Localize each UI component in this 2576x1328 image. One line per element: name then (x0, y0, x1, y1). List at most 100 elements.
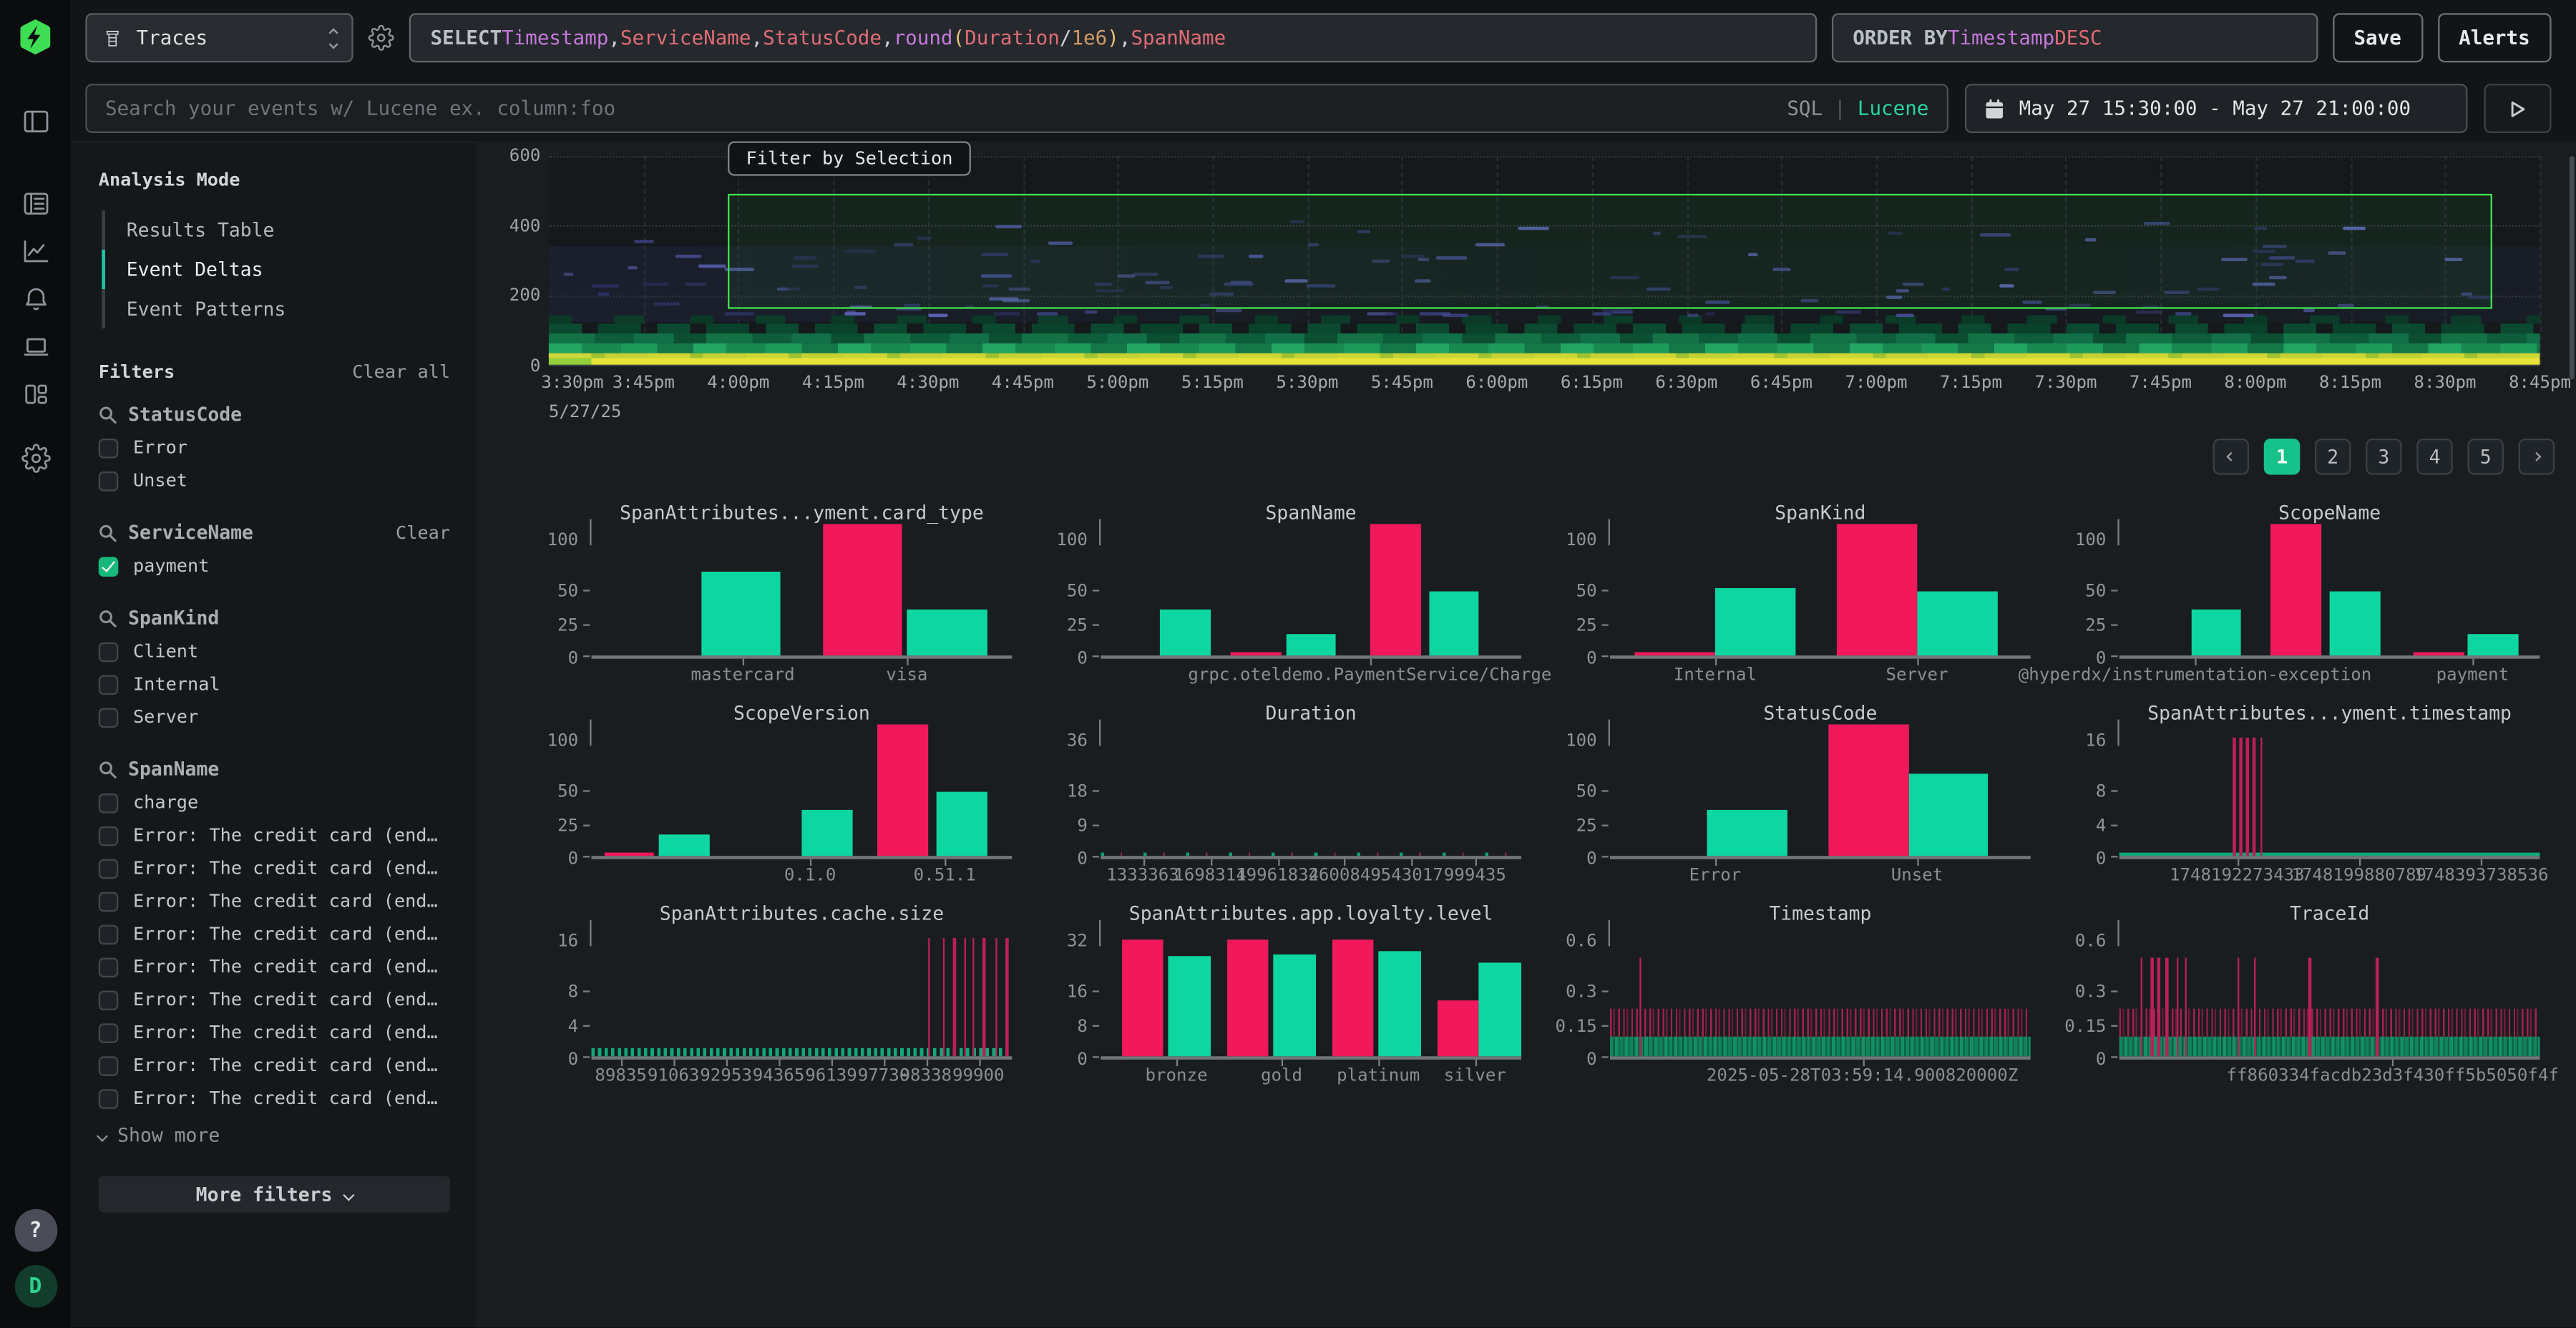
checkbox[interactable] (99, 438, 119, 458)
page-button-3[interactable]: 3 (2366, 439, 2402, 475)
alerts-button[interactable]: Alerts (2437, 13, 2551, 62)
date-range-picker[interactable]: May 27 15:30:00 - May 27 21:00:00 (1965, 84, 2468, 133)
select-query-input[interactable]: SELECT Timestamp,ServiceName,StatusCode,… (409, 13, 1817, 62)
x-tick-label: mastercard (691, 665, 795, 685)
lucene-mode-toggle[interactable]: Lucene (1858, 97, 1929, 119)
checkbox[interactable] (99, 892, 119, 912)
filter-option-error-the-credit-card-end[interactable]: Error: The credit card (end… (99, 956, 464, 977)
clear-filter-button[interactable]: Clear (396, 522, 450, 543)
clear-all-button[interactable]: Clear all (352, 361, 450, 383)
run-query-button[interactable] (2484, 84, 2551, 133)
y-tick-mark (1093, 856, 1099, 857)
chart-title: SpanAttributes.app.loyalty.level (1101, 902, 1521, 928)
analysis-mode-event-deltas[interactable]: Event Deltas (102, 250, 476, 289)
sessions-laptop-icon[interactable] (11, 326, 60, 368)
filter-option-error-the-credit-card-end[interactable]: Error: The credit card (end… (99, 1055, 464, 1076)
filter-option-error-the-credit-card-end[interactable]: Error: The credit card (end… (99, 989, 464, 1010)
y-tick-mark (1093, 590, 1099, 592)
search-logs-icon[interactable] (11, 182, 60, 225)
checkbox[interactable] (99, 642, 119, 662)
search-icon (99, 523, 117, 541)
checkbox[interactable] (99, 826, 119, 846)
filter-option-unset[interactable]: Unset (99, 470, 464, 492)
checkbox[interactable] (99, 1055, 119, 1075)
outlier-spike (982, 939, 985, 1057)
page-button-2[interactable]: 2 (2315, 439, 2351, 475)
chart-explorer-icon[interactable] (11, 230, 60, 273)
scrollbar-thumb[interactable] (2570, 156, 2575, 379)
checkbox[interactable] (99, 556, 119, 576)
source-select-value: Traces (137, 26, 318, 49)
checkbox[interactable] (99, 859, 119, 879)
source-select[interactable]: Traces (85, 13, 353, 62)
filter-option-payment[interactable]: payment (99, 555, 464, 577)
heatmap-selection[interactable] (728, 194, 2492, 308)
query-token: ) (1107, 26, 1119, 49)
filter-option-error-the-credit-card-end[interactable]: Error: The credit card (end… (99, 825, 464, 846)
heatmap-cell (643, 283, 668, 286)
user-avatar[interactable]: D (14, 1265, 57, 1308)
help-button[interactable]: ? (14, 1209, 57, 1252)
analysis-mode-results-table[interactable]: Results Table (102, 210, 476, 250)
select-chevrons-icon (330, 29, 336, 47)
x-tick-mark (1345, 859, 1346, 866)
checkbox[interactable] (99, 793, 119, 813)
y-tick-mark (2111, 791, 2117, 792)
search-icon (99, 405, 117, 423)
x-tick-label: 19961834 (1236, 866, 1319, 886)
query-token: SpanName (1131, 26, 1226, 49)
order-by-input[interactable]: ORDER BY Timestamp DESC (1831, 13, 2318, 62)
dashboards-icon[interactable] (11, 373, 60, 416)
toggle-panel-icon[interactable] (11, 100, 60, 143)
filter-option-error-the-credit-card-end[interactable]: Error: The credit card (end… (99, 890, 464, 912)
filter-option-charge[interactable]: charge (99, 792, 464, 814)
filter-by-selection-button[interactable]: Filter by Selection (728, 141, 970, 175)
page-button-4[interactable]: 4 (2416, 439, 2453, 475)
analysis-mode-title: Analysis Mode (99, 169, 450, 190)
page-button-5[interactable]: 5 (2467, 439, 2504, 475)
filter-option-client[interactable]: Client (99, 640, 464, 662)
search-input[interactable]: Search your events w/ Lucene ex. column:… (85, 84, 1948, 133)
page-button-1[interactable]: 1 (2264, 439, 2301, 475)
filter-group-name: StatusCode (128, 403, 242, 426)
source-settings-gear-icon[interactable] (368, 24, 394, 51)
search-row: Search your events w/ Lucene ex. column:… (72, 76, 2576, 142)
next-page-button[interactable] (2519, 439, 2555, 475)
filter-option-error-the-credit-card-end[interactable]: Error: The credit card (end… (99, 1022, 464, 1043)
filter-option-error-the-credit-card-end[interactable]: Error: The credit card (end… (99, 857, 464, 879)
filter-option-error-the-credit-card-end[interactable]: Error: The credit card (end… (99, 1088, 464, 1109)
alerts-bell-icon[interactable] (11, 278, 60, 321)
sql-mode-toggle[interactable]: SQL (1787, 97, 1823, 119)
more-filters-button[interactable]: More filters (99, 1176, 450, 1213)
checkbox[interactable] (99, 924, 119, 944)
settings-gear-icon[interactable] (11, 437, 60, 480)
filter-option-error-the-credit-card-end[interactable]: Error: The credit card (end… (99, 923, 464, 944)
checkbox[interactable] (99, 674, 119, 694)
chart-y-axis: 10050250 (1544, 728, 1610, 859)
checkbox[interactable] (99, 1022, 119, 1043)
query-token: ServiceName (620, 26, 751, 49)
events-heatmap[interactable]: Filter by Selection (549, 156, 2540, 366)
x-tick-mark (1143, 859, 1144, 866)
hyperdx-logo-icon[interactable] (16, 18, 54, 56)
axis-spine (590, 519, 591, 546)
show-more-button[interactable]: Show more (99, 1123, 464, 1146)
checkbox[interactable] (99, 1088, 119, 1108)
y-tick-mark (2111, 590, 2117, 592)
chart-title: SpanName (1101, 501, 1521, 527)
filter-option-internal[interactable]: Internal (99, 673, 464, 695)
heatmap-x-tick: 4:15pm (802, 373, 864, 393)
heatmap-x-tick: 6:45pm (1750, 373, 1813, 393)
search-placeholder: Search your events w/ Lucene ex. column:… (105, 97, 1787, 119)
checkbox[interactable] (99, 957, 119, 977)
checkbox[interactable] (99, 471, 119, 491)
checkbox[interactable] (99, 990, 119, 1010)
save-button[interactable]: Save (2333, 13, 2423, 62)
prev-page-button[interactable] (2213, 439, 2250, 475)
y-tick-label: 0 (1586, 849, 1597, 869)
filter-option-error[interactable]: Error (99, 437, 464, 459)
checkbox[interactable] (99, 707, 119, 727)
chart-plot-area (592, 527, 1013, 659)
analysis-mode-event-patterns[interactable]: Event Patterns (102, 289, 476, 328)
filter-option-server[interactable]: Server (99, 706, 464, 728)
